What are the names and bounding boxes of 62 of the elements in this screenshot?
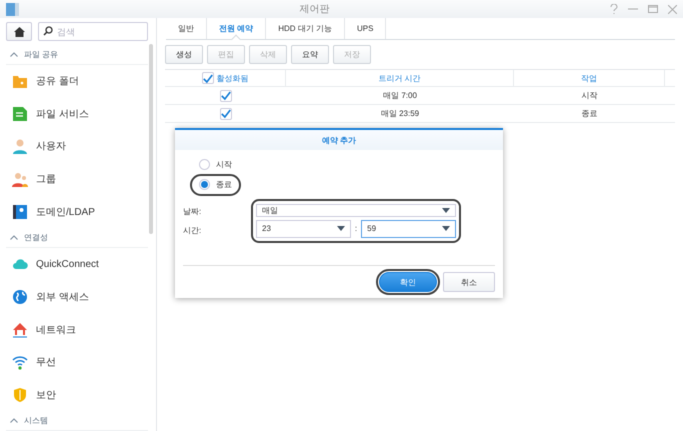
file-icon — [12, 106, 28, 122]
search-field[interactable]: 검색 — [38, 22, 148, 41]
sidebar-item[interactable]: 공유 폴더 — [6, 64, 148, 98]
radio-button[interactable] — [199, 158, 210, 170]
window-title: 제어판 — [300, 3, 330, 16]
home-icon — [14, 26, 24, 36]
sidebar-item[interactable]: 파일 서비스 — [6, 97, 148, 130]
sidebar-item[interactable]: 그룹 — [6, 162, 148, 196]
caret-icon — [10, 234, 18, 240]
toolbar-button[interactable]: 요약 — [291, 45, 329, 64]
contact-card-icon — [12, 204, 28, 220]
maximize-icon[interactable] — [648, 5, 658, 13]
section-header[interactable]: 연결성 — [6, 228, 148, 248]
column-header[interactable]: 트리거 시간 — [286, 70, 514, 86]
tab[interactable]: 일반 — [166, 18, 207, 39]
sidebar-item[interactable]: 무선 — [6, 346, 148, 378]
minimize-icon[interactable] — [628, 8, 638, 10]
close-icon[interactable] — [668, 4, 677, 14]
dialog-title: 예약 추가 — [175, 130, 503, 150]
globe-icon — [12, 288, 28, 305]
hour-dropdown[interactable]: 23 — [256, 220, 351, 238]
home-button[interactable] — [6, 22, 32, 41]
shield-icon — [12, 386, 28, 403]
sidebar-item[interactable]: 사용자 — [6, 130, 148, 163]
sidebar-item[interactable]: 외부 액세스 — [6, 280, 148, 314]
table-cell-text: 종료 — [580, 108, 598, 119]
table-cell-text: 매일 23:59 — [380, 108, 420, 119]
caret-icon — [10, 418, 18, 424]
time-label: 시간: — [183, 224, 202, 236]
sidebar-item[interactable]: 보안 — [6, 378, 148, 412]
section-header[interactable]: 파일 공유 — [6, 45, 148, 65]
user-icon — [12, 138, 28, 154]
radio-option[interactable]: 시작 — [193, 156, 238, 172]
sidebar-item[interactable]: QuickConnect — [6, 248, 148, 281]
folder-icon — [12, 73, 28, 90]
caret-icon — [10, 52, 18, 57]
time-separator: : — [354, 224, 358, 233]
group-icon — [12, 171, 28, 188]
section-header[interactable]: 시스템 — [6, 411, 148, 431]
table-cell-text: 시작 — [580, 90, 598, 101]
tab[interactable]: UPS — [345, 18, 386, 39]
cancel-button[interactable]: 취소 — [443, 272, 495, 292]
help-icon[interactable] — [610, 4, 618, 14]
caret-icon — [442, 208, 450, 212]
radio-option[interactable]: 종료 — [193, 176, 238, 192]
caret-icon — [336, 226, 345, 231]
minute-dropdown[interactable]: 59 — [361, 220, 456, 238]
tab[interactable]: HDD 대기 기능 — [266, 18, 346, 39]
column-header[interactable]: 작업 — [514, 70, 665, 86]
search-icon — [43, 26, 53, 36]
app-icon — [6, 2, 19, 16]
table-cell-text: 매일 7:00 — [382, 90, 418, 101]
column-header[interactable]: 활성화됨 — [165, 70, 286, 86]
radio-button[interactable] — [199, 179, 210, 190]
wifi-icon — [12, 354, 28, 370]
toolbar-button[interactable]: 생성 — [165, 45, 203, 64]
house-icon — [12, 322, 28, 338]
sidebar-item[interactable]: 도메인/LDAP — [6, 195, 148, 228]
caret-icon — [442, 226, 450, 231]
sidebar-item[interactable]: 네트워크 — [6, 313, 148, 346]
date-label: 날짜: — [183, 206, 202, 216]
date-dropdown[interactable]: 매일 — [256, 204, 456, 216]
